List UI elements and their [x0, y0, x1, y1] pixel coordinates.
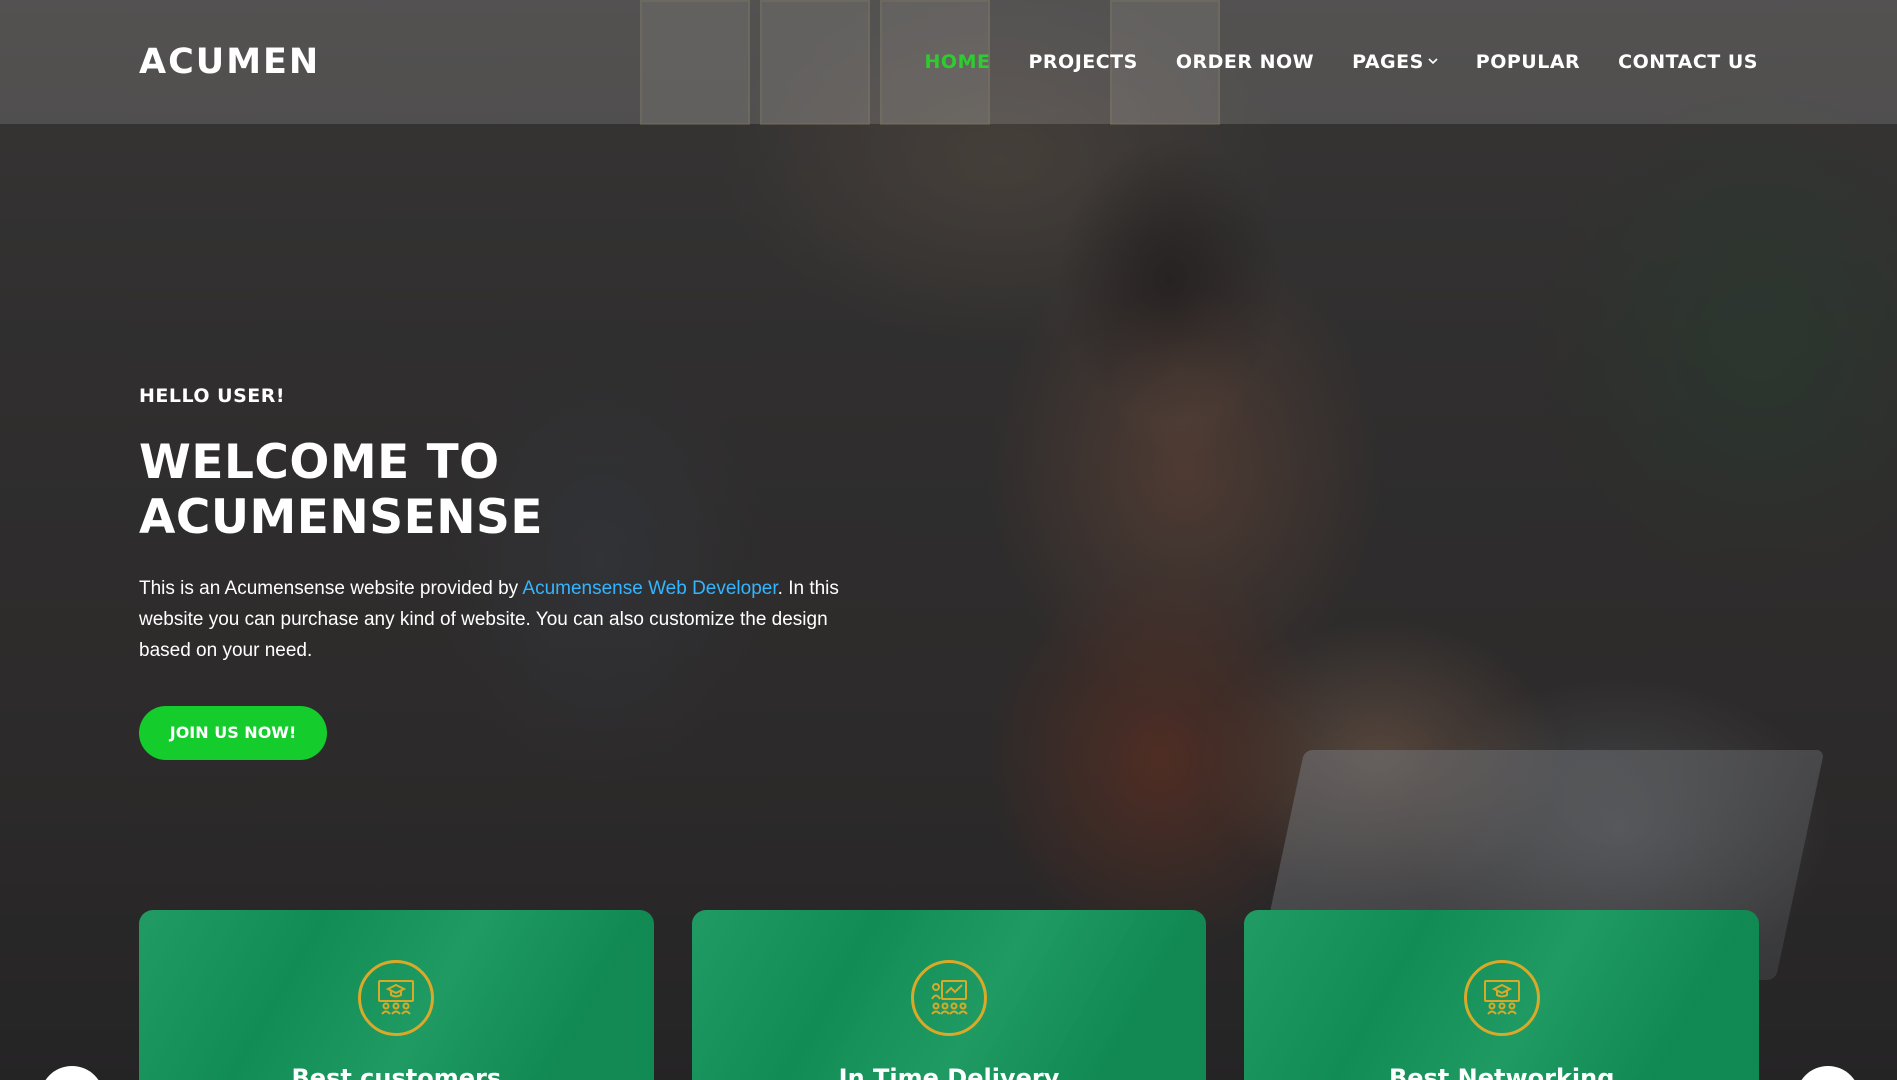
feature-card: Best Networking: [1244, 910, 1760, 1080]
hero-greeting: HELLO USER!: [139, 385, 286, 407]
feature-card: Best customers: [139, 910, 654, 1080]
developer-link[interactable]: Acumensense Web Developer: [522, 578, 777, 599]
teacher-classroom-icon: [358, 960, 435, 1036]
brand-logo[interactable]: ACUMEN: [139, 42, 320, 82]
hero-section: ACUMEN HOME PROJECTS ORDER NOW PAGES POP…: [0, 0, 1897, 1080]
hero-description: This is an Acumensense website provided …: [139, 573, 839, 666]
hero-content: HELLO USER! WELCOME TO ACUMENSENSE This …: [139, 385, 859, 760]
feature-card: In Time Delivery: [691, 910, 1207, 1080]
presentation-team-icon: [911, 960, 987, 1036]
nav-projects[interactable]: PROJECTS: [1028, 51, 1137, 73]
main-nav: HOME PROJECTS ORDER NOW PAGES POPULAR CO…: [887, 51, 1758, 73]
nav-contact-us[interactable]: CONTACT US: [1618, 51, 1758, 73]
nav-pages-label: PAGES: [1352, 51, 1424, 73]
join-us-button[interactable]: JOIN US NOW!: [139, 706, 327, 760]
chevron-down-icon: [1428, 54, 1438, 68]
feature-card-title: In Time Delivery: [838, 1064, 1060, 1080]
nav-order-now[interactable]: ORDER NOW: [1176, 51, 1314, 73]
feature-cards: Best customers In Time Delivery Best Net…: [139, 910, 1760, 1080]
hero-description-text: This is an Acumensense website provided …: [139, 578, 523, 599]
navbar: ACUMEN HOME PROJECTS ORDER NOW PAGES POP…: [0, 0, 1897, 124]
teacher-classroom-icon: [1463, 960, 1540, 1036]
feature-card-title: Best customers: [291, 1064, 502, 1080]
nav-pages[interactable]: PAGES: [1352, 51, 1438, 73]
nav-popular[interactable]: POPULAR: [1476, 51, 1580, 73]
nav-home[interactable]: HOME: [925, 51, 991, 73]
feature-card-title: Best Networking: [1388, 1064, 1615, 1080]
hero-headline: WELCOME TO ACUMENSENSE: [139, 435, 543, 545]
